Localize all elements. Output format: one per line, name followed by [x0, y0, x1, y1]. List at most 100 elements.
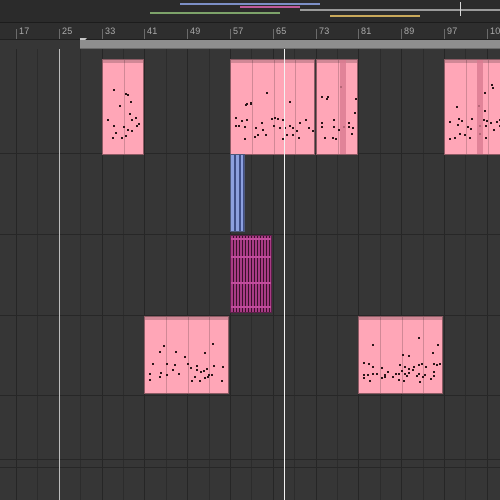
midi-note — [175, 351, 177, 353]
clip-note-row — [231, 282, 271, 284]
clip-stripe — [243, 155, 244, 231]
overview-lane — [150, 12, 280, 14]
ruler-bar-label: 57 — [233, 26, 244, 36]
midi-note — [194, 376, 196, 378]
ruler-bar-label: 49 — [190, 26, 201, 36]
clip-header — [145, 317, 228, 320]
midi-note — [419, 381, 421, 383]
clip-stripe — [236, 236, 237, 312]
midi-note — [490, 122, 492, 124]
midi-note — [491, 84, 493, 86]
midi-note — [115, 132, 117, 134]
midi-note — [211, 374, 213, 376]
track-1-clip[interactable] — [102, 59, 144, 155]
midi-note — [333, 119, 335, 121]
midi-note — [470, 128, 472, 130]
midi-note — [184, 356, 186, 358]
midi-note — [496, 121, 498, 123]
midi-note — [125, 135, 127, 137]
midi-note — [135, 117, 137, 119]
midi-note — [312, 130, 314, 132]
grid-line — [187, 49, 188, 500]
ruler-tick — [487, 29, 488, 39]
midi-note — [401, 370, 403, 372]
midi-note — [187, 363, 189, 365]
midi-note — [384, 376, 386, 378]
midi-note — [113, 89, 115, 91]
arrangement-view[interactable] — [0, 49, 500, 500]
loop-brace[interactable] — [80, 40, 500, 49]
ruler-bar-label: 10 — [490, 26, 500, 36]
midi-note — [159, 351, 161, 353]
midi-note — [298, 137, 300, 139]
clip-bar-line — [295, 60, 296, 154]
midi-note — [484, 110, 486, 112]
midi-note — [421, 363, 423, 365]
midi-note — [204, 377, 206, 379]
clip-stripe — [260, 236, 261, 312]
midi-note — [412, 369, 414, 371]
midi-note — [152, 363, 154, 365]
midi-note — [485, 137, 487, 139]
clip-stripe — [263, 236, 264, 312]
midi-note — [437, 344, 439, 346]
midi-note — [369, 380, 371, 382]
midi-note — [324, 137, 326, 139]
midi-note — [392, 376, 394, 378]
midi-note — [449, 121, 451, 123]
midi-note — [493, 129, 495, 131]
playhead[interactable] — [284, 49, 285, 500]
midi-note — [127, 94, 129, 96]
midi-note — [262, 129, 264, 131]
track-2-clip[interactable] — [230, 154, 245, 232]
midi-note — [433, 363, 435, 365]
midi-note — [222, 366, 224, 368]
midi-note — [483, 119, 485, 121]
midi-note — [413, 366, 415, 368]
midi-note — [131, 130, 133, 132]
midi-note — [355, 98, 357, 100]
overview-lane — [330, 15, 420, 17]
midi-note — [149, 379, 151, 381]
track-3-clip[interactable] — [230, 235, 272, 313]
track-4-clip[interactable] — [358, 316, 443, 394]
ruler-tick — [230, 29, 231, 39]
midi-note — [203, 370, 205, 372]
midi-note — [469, 137, 471, 139]
ruler-bar-label: 97 — [447, 26, 458, 36]
clip-header — [359, 317, 442, 320]
grid-line — [166, 49, 167, 500]
midi-note — [296, 130, 298, 132]
midi-note — [274, 117, 276, 119]
clip-bar-line — [188, 317, 189, 393]
clip-note-row — [231, 238, 271, 240]
loop-start-line[interactable] — [59, 49, 60, 500]
grid-line — [380, 49, 381, 500]
grid-line — [16, 49, 17, 500]
ruler-tick — [316, 29, 317, 39]
midi-note — [327, 96, 329, 98]
midi-note — [418, 364, 420, 366]
midi-note — [204, 352, 206, 354]
midi-note — [404, 366, 406, 368]
track-1-clip[interactable] — [230, 59, 315, 155]
midi-note — [368, 363, 370, 365]
clip-stripe — [234, 155, 236, 231]
midi-note — [372, 366, 374, 368]
clip-header — [445, 60, 500, 63]
midi-note — [335, 138, 337, 140]
clip-loop-section — [340, 60, 346, 154]
track-1-clip[interactable] — [316, 59, 358, 155]
ruler-bar-label: 41 — [147, 26, 158, 36]
clip-bar-line — [423, 317, 424, 393]
beat-time-ruler[interactable]: 17 25 33 41 49 57 65 73 81 89 97 10 — [0, 23, 500, 40]
midi-note — [265, 134, 267, 136]
midi-note — [255, 127, 257, 129]
track-4-clip[interactable] — [144, 316, 229, 394]
track-1-clip[interactable] — [444, 59, 500, 155]
arrangement-overview[interactable] — [0, 0, 500, 23]
midi-note — [166, 363, 168, 365]
overview-position-marker[interactable] — [460, 2, 461, 16]
midi-note — [402, 354, 404, 356]
midi-note — [467, 126, 469, 128]
